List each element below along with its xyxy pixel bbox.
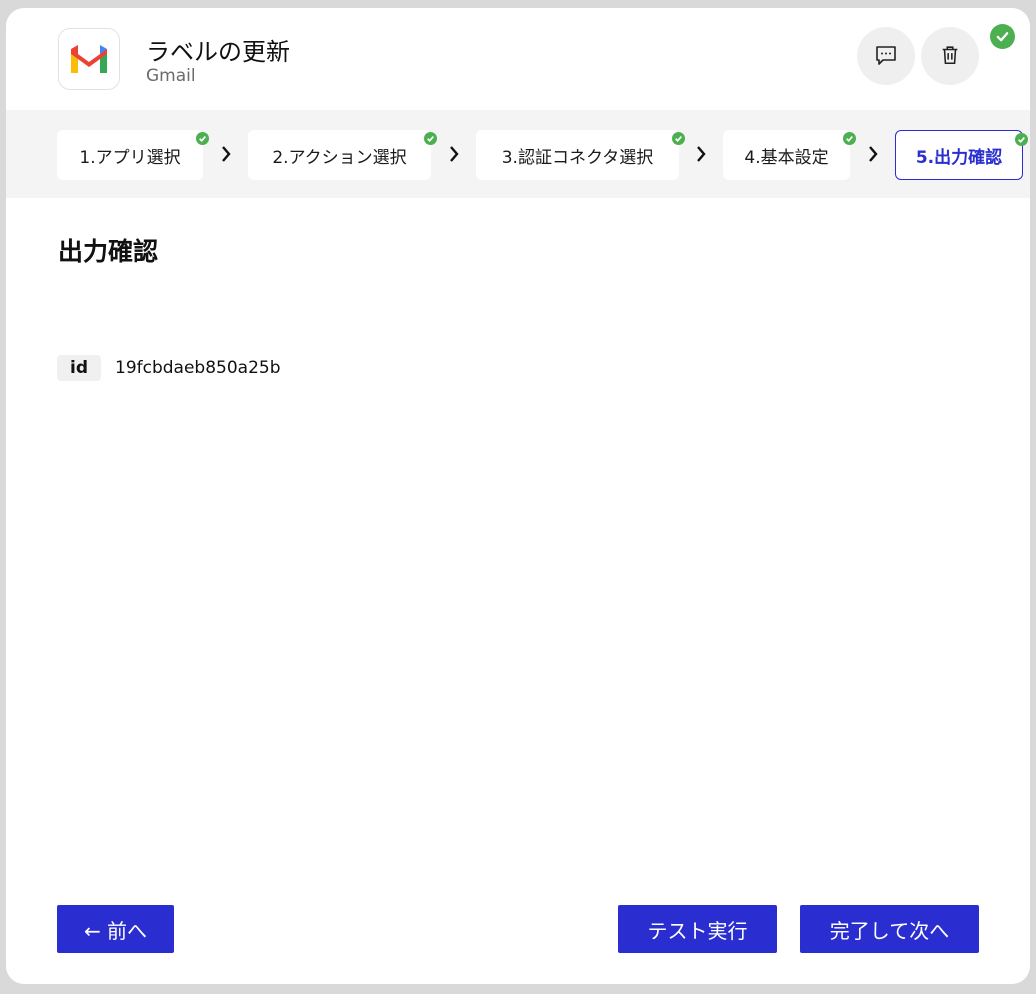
complete-next-button[interactable]: 完了して次へ	[800, 905, 979, 953]
step-label: 5.出力確認	[915, 147, 1003, 168]
output-key: id	[57, 355, 101, 381]
app-card: ラベルの更新 Gmail 1.アプリ選択 2.アクション選択 3.認証コネクタ選…	[6, 8, 1030, 984]
comment-icon	[874, 43, 898, 70]
trash-icon	[939, 44, 961, 69]
chevron-right-icon	[866, 143, 880, 165]
prev-button[interactable]: ← 前へ	[57, 905, 174, 953]
check-icon	[672, 132, 685, 145]
chevron-right-icon	[447, 143, 461, 165]
steps-bar: 1.アプリ選択 2.アクション選択 3.認証コネクタ選択 4.基本設定 5.出力…	[6, 110, 1030, 198]
step-action-select[interactable]: 2.アクション選択	[248, 130, 437, 180]
check-icon	[424, 132, 437, 145]
step-label: 2.アクション選択	[272, 147, 407, 168]
check-circle-icon	[990, 24, 1015, 49]
step-connector-select[interactable]: 3.認証コネクタ選択	[476, 130, 685, 180]
check-icon	[1015, 133, 1028, 146]
header: ラベルの更新 Gmail	[6, 8, 1030, 110]
section-title: 出力確認	[58, 237, 159, 266]
app-subtitle: Gmail	[146, 66, 196, 86]
check-icon	[196, 132, 209, 145]
step-label: 1.アプリ選択	[79, 147, 181, 168]
output-row: id 19fcbdaeb850a25b	[57, 355, 281, 381]
chevron-right-icon	[219, 143, 233, 165]
comment-button[interactable]	[857, 27, 915, 85]
step-label: 3.認証コネクタ選択	[501, 147, 654, 168]
step-label: 4.基本設定	[744, 147, 829, 168]
app-title: ラベルの更新	[146, 38, 290, 66]
gmail-logo	[58, 28, 120, 90]
test-run-button[interactable]: テスト実行	[618, 905, 777, 953]
delete-button[interactable]	[921, 27, 979, 85]
check-icon	[843, 132, 856, 145]
chevron-right-icon	[694, 143, 708, 165]
step-output-confirm[interactable]: 5.出力確認	[895, 130, 1028, 180]
step-basic-settings[interactable]: 4.基本設定	[723, 130, 856, 180]
output-value: 19fcbdaeb850a25b	[115, 358, 281, 378]
step-app-select[interactable]: 1.アプリ選択	[57, 130, 209, 180]
